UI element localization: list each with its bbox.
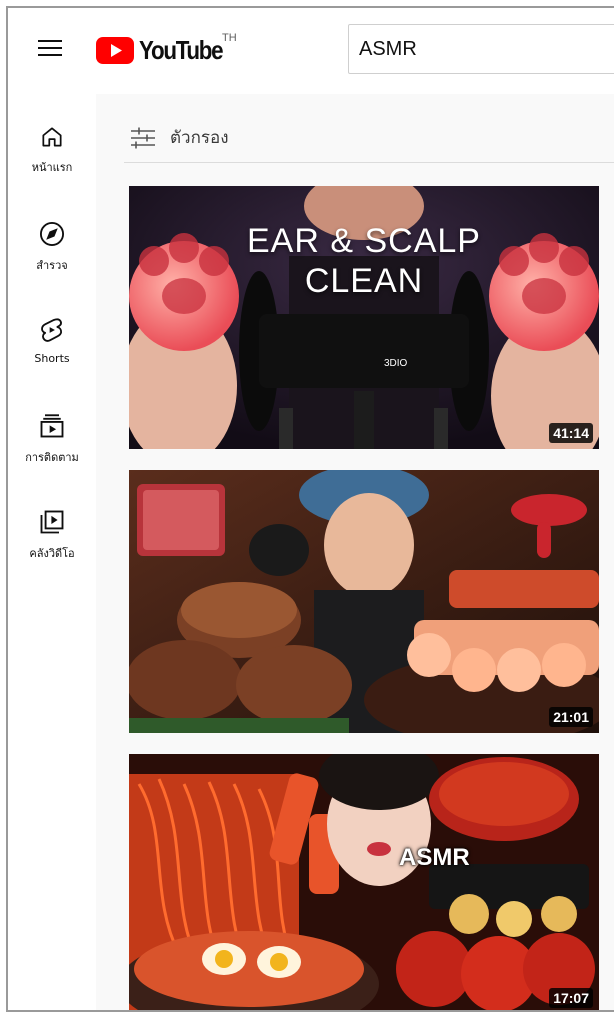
- sidebar-item-label: หน้าแรก: [31, 161, 73, 174]
- compass-icon: [39, 221, 65, 247]
- video-thumbnail[interactable]: EAR & SCALP CLEAN 3DIO 41:14: [129, 186, 599, 449]
- sidebar-item-explore[interactable]: สำรวจ: [8, 220, 96, 274]
- youtube-logo[interactable]: YouTube: [96, 34, 236, 66]
- sidebar: หน้าแรก สำรวจ Shorts การติดตาม คลังวิดีโ…: [8, 94, 96, 1010]
- sidebar-item-home[interactable]: หน้าแรก: [8, 124, 96, 176]
- library-icon: [40, 510, 64, 534]
- video-duration: 17:07: [549, 988, 593, 1008]
- thumbnail-image: [129, 754, 599, 1010]
- subscriptions-icon: [40, 414, 64, 438]
- filter-button[interactable]: ตัวกรอง: [130, 124, 229, 151]
- youtube-play-icon: [96, 36, 134, 64]
- thumbnail-asmr-text: ASMR: [399, 844, 470, 871]
- menu-icon[interactable]: [38, 38, 64, 58]
- sidebar-item-label: คลังวิดีโอ: [29, 547, 75, 560]
- divider: [124, 162, 614, 163]
- search-results: ตัวกรอง EAR & SCALP CLEAN 3DIO 41:14 21:…: [96, 94, 614, 1010]
- logo-text: YouTube: [139, 34, 224, 65]
- video-duration: 41:14: [549, 423, 593, 443]
- app-window: YouTube TH หน้าแรก สำรวจ Shorts: [6, 6, 614, 1012]
- country-code: TH: [222, 32, 237, 44]
- thumbnail-title-line1: EAR & SCALP: [247, 222, 481, 260]
- shorts-icon: [41, 318, 63, 342]
- video-thumbnail[interactable]: 21:01: [129, 470, 599, 733]
- search-input[interactable]: [348, 24, 614, 74]
- thumbnail-image: [129, 470, 599, 733]
- sidebar-item-library[interactable]: คลังวิดีโอ: [8, 508, 96, 562]
- mic-brand-label: 3DIO: [384, 358, 408, 369]
- top-bar: YouTube TH: [8, 8, 614, 94]
- filter-sliders-icon: [131, 127, 155, 148]
- sidebar-item-label: Shorts: [34, 352, 70, 365]
- video-duration: 21:01: [549, 707, 593, 727]
- home-icon: [42, 127, 62, 147]
- sidebar-item-label: สำรวจ: [36, 259, 68, 272]
- filter-label: ตัวกรอง: [170, 128, 229, 148]
- sidebar-item-subscriptions[interactable]: การติดตาม: [8, 412, 96, 466]
- sidebar-item-shorts[interactable]: Shorts: [8, 316, 96, 365]
- thumbnail-title-line2: CLEAN: [304, 262, 424, 300]
- video-thumbnail[interactable]: ASMR 17:07: [129, 754, 599, 1010]
- sidebar-item-label: การติดตาม: [25, 451, 79, 464]
